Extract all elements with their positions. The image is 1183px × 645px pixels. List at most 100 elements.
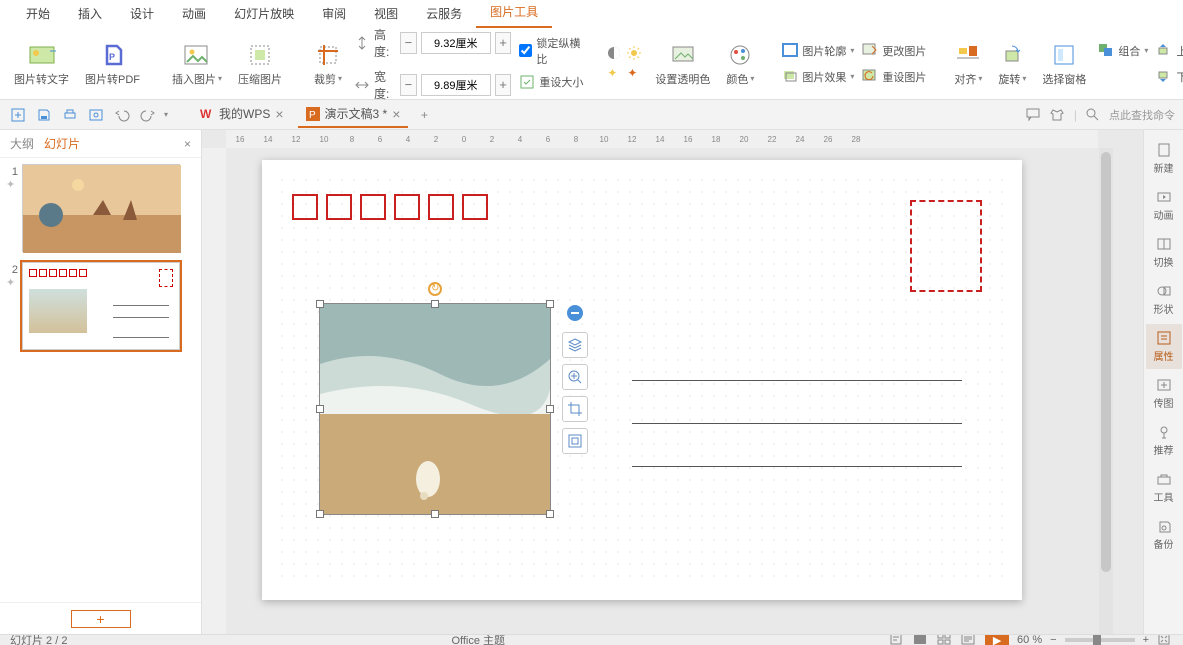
addr-line-2 xyxy=(632,423,962,424)
width-inc[interactable]: + xyxy=(495,74,512,96)
svg-text:P: P xyxy=(309,110,316,121)
tab-doc[interactable]: P 演示文稿3 * × xyxy=(298,101,409,128)
move-up[interactable]: 上移 xyxy=(1156,40,1183,62)
close-wps[interactable]: × xyxy=(275,106,283,122)
ft-collapse[interactable] xyxy=(562,300,588,326)
width-dec[interactable]: − xyxy=(400,74,417,96)
view-reading-icon[interactable] xyxy=(961,634,977,645)
notes-icon[interactable] xyxy=(889,634,905,645)
close-doc[interactable]: × xyxy=(392,106,400,122)
handle-b[interactable] xyxy=(431,510,439,518)
sparkle-icon[interactable]: ✦ xyxy=(607,66,623,82)
ft-frame[interactable] xyxy=(562,428,588,454)
rail-tool[interactable]: 工具 xyxy=(1146,465,1182,510)
group[interactable]: 组合▾ xyxy=(1098,40,1148,62)
height-label: 高度: xyxy=(374,26,396,60)
tab-anim[interactable]: 动画 xyxy=(168,0,220,28)
qa-new[interactable] xyxy=(8,105,28,125)
rail-rec[interactable]: 推荐 xyxy=(1146,418,1182,463)
canvas[interactable]: 1614121086420246810121416182022242628 xyxy=(202,130,1143,634)
ft-crop[interactable] xyxy=(562,396,588,422)
selected-image[interactable] xyxy=(320,304,550,514)
zoom-in[interactable]: + xyxy=(1143,634,1149,645)
slide-thumb-1[interactable] xyxy=(22,164,180,252)
v-scrollbar[interactable] xyxy=(1099,148,1113,634)
find-sep: | xyxy=(1074,108,1077,122)
btn-compress-pic[interactable]: 压缩图片 xyxy=(234,41,286,87)
tab-review[interactable]: 审阅 xyxy=(308,0,360,28)
contrast-icon[interactable] xyxy=(607,46,623,62)
qa-more[interactable]: ▾ xyxy=(164,110,168,119)
feedback-icon[interactable] xyxy=(1026,107,1042,123)
btn-align[interactable]: 对齐▾ xyxy=(950,41,986,87)
qa-redo[interactable] xyxy=(138,105,158,125)
move-down[interactable]: 下移 xyxy=(1156,66,1183,88)
rail-img[interactable]: 传图 xyxy=(1146,371,1182,416)
tab-outline[interactable]: 大纲 xyxy=(10,135,34,152)
change-pic[interactable]: 更改图片 xyxy=(862,40,926,62)
rail-shape[interactable]: 形状 xyxy=(1146,277,1182,322)
rail-prop[interactable]: 属性 xyxy=(1146,324,1182,369)
btn-rotate[interactable]: 旋转▾ xyxy=(994,41,1030,87)
btn-pic-to-text[interactable]: 图片转文字 xyxy=(10,41,73,87)
view-sorter-icon[interactable] xyxy=(937,634,953,645)
height-input[interactable] xyxy=(421,32,491,54)
tab-design[interactable]: 设计 xyxy=(116,0,168,28)
handle-r[interactable] xyxy=(546,405,554,413)
tab-insert[interactable]: 插入 xyxy=(64,0,116,28)
play-button[interactable]: ▶ xyxy=(985,634,1009,645)
skin-icon[interactable] xyxy=(1050,107,1066,123)
handle-bl[interactable] xyxy=(316,510,324,518)
ft-layers[interactable] xyxy=(562,332,588,358)
rail-trans[interactable]: 切换 xyxy=(1146,230,1182,275)
handle-tr[interactable] xyxy=(546,300,554,308)
width-icon xyxy=(354,77,370,93)
tab-mywps[interactable]: W 我的WPS × xyxy=(192,101,292,128)
ribbon: 图片转文字 P 图片转PDF 插入图片▾ 压缩图片 裁剪▾ 高度: − + 宽度… xyxy=(0,28,1183,100)
fit-icon[interactable] xyxy=(1157,634,1173,645)
btn-set-transparent[interactable]: 设置透明色 xyxy=(651,41,714,87)
rail-anim[interactable]: 动画 xyxy=(1146,183,1182,228)
slide-thumb-2[interactable] xyxy=(22,262,180,350)
add-tab[interactable]: + xyxy=(414,105,434,125)
tab-start[interactable]: 开始 xyxy=(12,0,64,28)
reset-pic[interactable]: 重设图片 xyxy=(862,66,926,88)
zoom-slider[interactable] xyxy=(1065,638,1135,642)
height-dec[interactable]: − xyxy=(400,32,417,54)
slide-stage[interactable] xyxy=(262,160,1022,600)
reset-size[interactable]: 重设大小 xyxy=(519,71,583,93)
handle-t[interactable] xyxy=(431,300,439,308)
search-input[interactable]: 点此查找命令 xyxy=(1109,107,1175,123)
btn-pic-to-pdf[interactable]: P 图片转PDF xyxy=(81,41,144,87)
tab-show[interactable]: 幻灯片放映 xyxy=(220,0,308,28)
qa-save[interactable] xyxy=(34,105,54,125)
add-slide-button[interactable]: + xyxy=(71,610,131,628)
sparkle2-icon[interactable]: ✦ xyxy=(627,66,643,82)
handle-br[interactable] xyxy=(546,510,554,518)
qa-undo[interactable] xyxy=(112,105,132,125)
lock-aspect-check[interactable] xyxy=(519,44,532,57)
qa-print[interactable] xyxy=(60,105,80,125)
btn-insert-pic[interactable]: 插入图片▾ xyxy=(168,41,226,87)
handle-l[interactable] xyxy=(316,405,324,413)
lock-aspect[interactable]: 锁定纵横比 xyxy=(519,35,583,67)
height-inc[interactable]: + xyxy=(495,32,512,54)
btn-color[interactable]: 颜色▾ xyxy=(722,41,758,87)
pic-effect[interactable]: 图片效果▾ xyxy=(782,66,854,88)
rail-backup[interactable]: 备份 xyxy=(1146,512,1182,557)
pic-outline[interactable]: 图片轮廓▾ xyxy=(782,40,854,62)
width-input[interactable] xyxy=(421,74,491,96)
brightness-icon[interactable] xyxy=(627,46,643,62)
panel-close[interactable]: × xyxy=(184,137,191,151)
ruler-vertical xyxy=(202,148,226,634)
btn-sel-pane[interactable]: 选择窗格 xyxy=(1038,41,1090,87)
handle-tl[interactable] xyxy=(316,300,324,308)
tab-slides[interactable]: 幻灯片 xyxy=(44,135,80,152)
btn-crop[interactable]: 裁剪▾ xyxy=(310,41,346,87)
zoom-out[interactable]: − xyxy=(1050,634,1056,645)
rotate-handle[interactable] xyxy=(428,282,442,296)
qa-preview[interactable] xyxy=(86,105,106,125)
rail-new[interactable]: 新建 xyxy=(1146,136,1182,181)
view-normal-icon[interactable] xyxy=(913,634,929,645)
ft-zoom[interactable] xyxy=(562,364,588,390)
